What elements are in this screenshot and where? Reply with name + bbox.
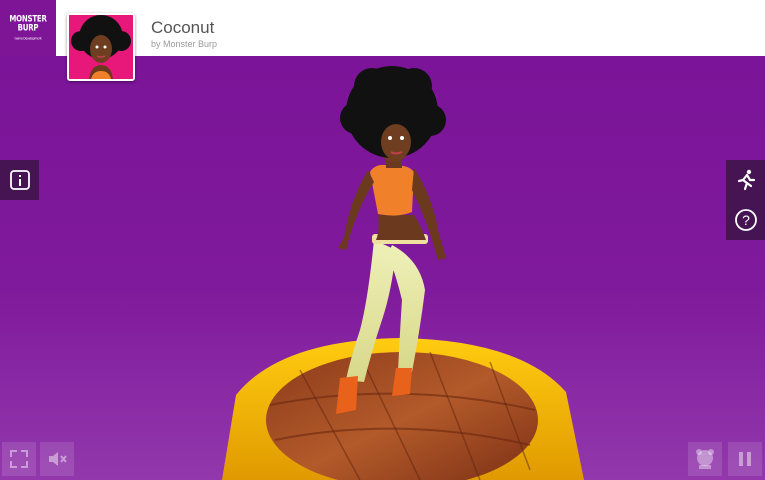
character-thumbnail-image (69, 15, 133, 79)
animation-button[interactable] (726, 160, 765, 200)
running-figure-icon (737, 169, 755, 191)
pause-icon (739, 452, 751, 466)
character-view-button[interactable] (688, 442, 722, 476)
info-button[interactable] (0, 160, 39, 200)
fullscreen-button[interactable] (2, 442, 36, 476)
logo-line2: BURP (17, 22, 39, 33)
help-button[interactable]: ? (726, 200, 765, 240)
svg-text:?: ? (742, 212, 750, 228)
info-icon (9, 170, 30, 190)
pause-button[interactable] (728, 442, 762, 476)
logo-subtitle: Game Development (14, 35, 42, 41)
question-icon: ? (734, 209, 757, 231)
model-author[interactable]: by Monster Burp (151, 39, 217, 49)
expand-icon (10, 450, 28, 468)
3d-viewport[interactable]: ? (0, 56, 765, 480)
sound-button[interactable] (40, 442, 74, 476)
character-scene (222, 66, 584, 480)
speaker-mute-icon (49, 452, 67, 466)
model-thumbnail[interactable] (67, 13, 135, 81)
monster-burp-logo[interactable]: MONSTER BURP Game Development (0, 0, 56, 56)
character-icon (696, 449, 714, 469)
model-title[interactable]: Coconut (151, 18, 214, 38)
